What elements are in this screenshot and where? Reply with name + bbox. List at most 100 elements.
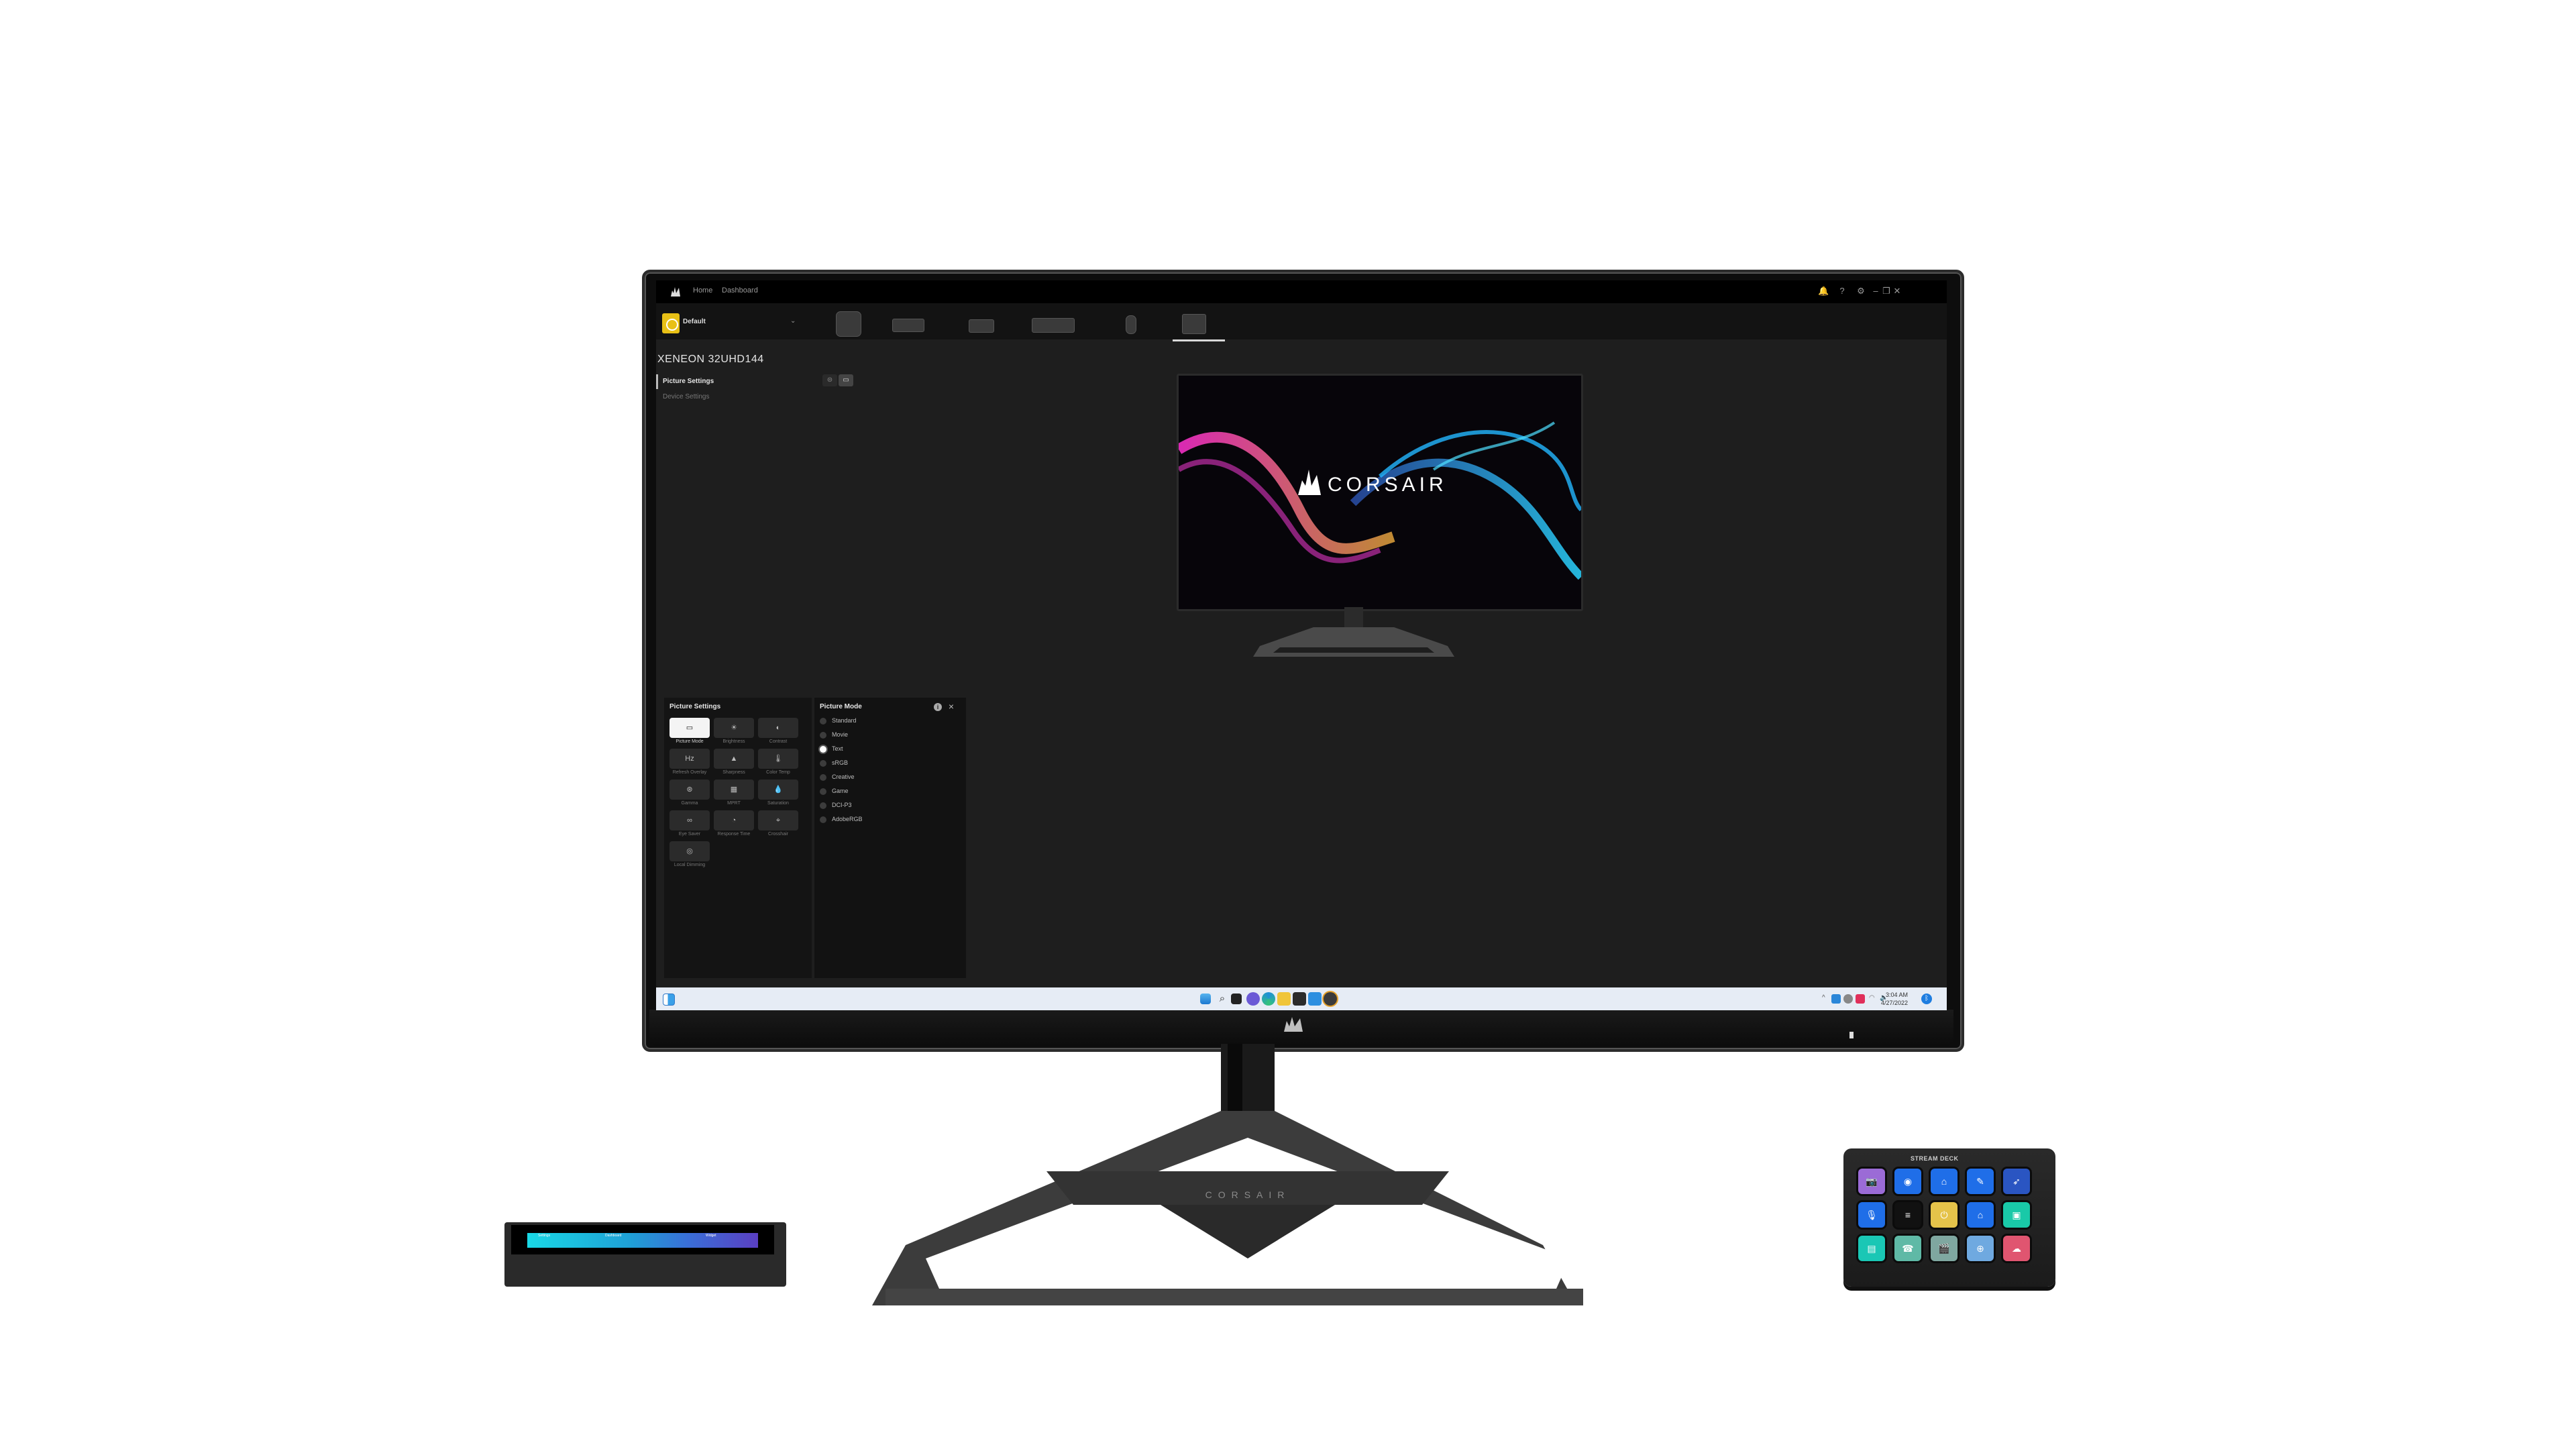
radio-standard[interactable] (820, 718, 826, 724)
stream-deck-key[interactable]: ⊕ (1967, 1236, 1994, 1261)
stream-deck-key[interactable]: ☁ (2003, 1236, 2030, 1261)
teams-chat-icon[interactable] (1246, 992, 1260, 1006)
edge-icon[interactable] (1262, 992, 1275, 1006)
device-monitor[interactable] (1182, 314, 1206, 334)
device-mouse[interactable] (1126, 315, 1136, 334)
monitor-view-toggle[interactable]: ▭ (839, 374, 853, 386)
file-explorer-icon[interactable] (1277, 992, 1291, 1006)
device-cooler[interactable] (836, 311, 861, 337)
picture-mode-title: Picture Mode (820, 703, 862, 710)
tile-eye-saver[interactable]: ∞ (669, 810, 710, 830)
tile-sharpness[interactable]: ▲ (714, 749, 754, 769)
tile-picture-mode[interactable]: ▭ (669, 718, 710, 738)
widgets-icon[interactable] (663, 994, 675, 1006)
radio-game[interactable] (820, 788, 826, 795)
stream-deck-key[interactable]: ➶ (2003, 1169, 2030, 1194)
edge-item-settings[interactable]: Settings (538, 1234, 550, 1238)
radio-dci-p3[interactable] (820, 802, 826, 809)
tile-color-temp[interactable]: 🌡 (758, 749, 798, 769)
device-keyboard[interactable] (1032, 318, 1075, 333)
icue-icon[interactable] (1324, 992, 1337, 1006)
title-bar: Home Dashboard 🔔 ? ⚙ – ❐ ✕ (656, 280, 1947, 303)
radio-srgb[interactable] (820, 760, 826, 767)
radio-label[interactable]: Movie (832, 731, 848, 738)
defender-icon[interactable] (1831, 994, 1841, 1004)
tile-response-time[interactable]: ◔ (714, 810, 754, 830)
stream-deck-key[interactable]: ⏻ (1931, 1202, 1957, 1228)
stream-deck-key[interactable]: ◉ (1894, 1169, 1921, 1194)
bluetooth-icon[interactable]: ᛒ (1921, 994, 1932, 1004)
radio-creative[interactable] (820, 774, 826, 781)
radio-label[interactable]: AdobeRGB (832, 816, 863, 822)
task-view-icon[interactable] (1231, 994, 1242, 1004)
search-icon[interactable]: ⌕ (1216, 992, 1229, 1006)
radio-movie[interactable] (820, 732, 826, 739)
tray-app-icon[interactable] (1856, 994, 1865, 1004)
store-icon[interactable] (1293, 992, 1306, 1006)
clock-time: 3:04 AM (1885, 991, 1908, 998)
stream-deck-key[interactable]: ▤ (1858, 1236, 1885, 1261)
touch-screen-display: Settings Dashboard Widget (511, 1225, 774, 1254)
radio-adobergb[interactable] (820, 816, 826, 823)
chevron-down-icon[interactable]: ⌄ (790, 317, 796, 325)
list-view-toggle[interactable]: ⊜ (822, 374, 837, 386)
edge-item-widget[interactable]: Widget (706, 1234, 716, 1238)
tile-refresh-overlay[interactable]: Hz (669, 749, 710, 769)
help-icon[interactable]: ? (1837, 286, 1847, 297)
onedrive-icon[interactable] (1843, 994, 1853, 1004)
gear-icon[interactable]: ⚙ (1856, 286, 1866, 297)
info-icon[interactable]: i (934, 703, 942, 711)
edge-item-dashboard[interactable]: Dashboard (605, 1234, 621, 1238)
radio-label[interactable]: Text (832, 745, 843, 752)
tile-gamma[interactable]: ⊛ (669, 780, 710, 800)
active-device-indicator (1173, 339, 1225, 341)
tile-label: Crosshair (768, 832, 788, 837)
stream-deck-key[interactable]: 🎙 (1858, 1202, 1885, 1228)
nav-home[interactable]: Home (693, 286, 712, 294)
stream-deck-key[interactable]: 🎬 (1931, 1236, 1957, 1261)
tile-saturation[interactable]: 💧 (758, 780, 798, 800)
radio-label[interactable]: Game (832, 788, 849, 794)
tile-label: Local Dimming (674, 863, 706, 867)
tile-contrast[interactable]: ◐ (758, 718, 798, 738)
tile-brightness[interactable]: ☀ (714, 718, 754, 738)
profile-icon[interactable] (662, 313, 680, 333)
clock[interactable]: 3:04 AM 4/27/2022 (1881, 991, 1908, 1007)
stream-deck-key[interactable]: ✎ (1967, 1169, 1994, 1194)
tile-crosshair[interactable]: ⌖ (758, 810, 798, 830)
picture-settings-title: Picture Settings (669, 703, 721, 710)
tile-label: Refresh Overlay (672, 770, 707, 775)
minimize-icon[interactable]: – (1870, 286, 1881, 297)
taskbar: ⌕ ^ ◠ 🔈 3:04 AM 4/27/2022 ᛒ (656, 987, 1947, 1010)
device-mousepad[interactable] (969, 319, 994, 333)
tile-local-dimming[interactable]: ◎ (669, 841, 710, 861)
wifi-icon[interactable]: ◠ (1869, 994, 1878, 1004)
start-icon[interactable] (1200, 994, 1211, 1004)
tray-chevron-icon[interactable]: ^ (1822, 994, 1831, 1004)
stream-deck-key[interactable]: ▣ (2003, 1202, 2030, 1228)
picture-mode-panel: Picture Mode i × Standard Movie Text sRGB Cr… (814, 698, 966, 978)
stream-deck-key[interactable]: 📷 (1858, 1169, 1885, 1194)
restore-icon[interactable]: ❐ (1881, 286, 1892, 297)
nav-picture-settings[interactable]: Picture Settings (663, 378, 714, 385)
screen: Home Dashboard 🔔 ? ⚙ – ❐ ✕ Default ⌄ XEN… (656, 280, 1947, 1010)
nav-dashboard[interactable]: Dashboard (722, 286, 758, 294)
stream-deck-key[interactable]: ≡ (1894, 1202, 1921, 1228)
radio-label[interactable]: Standard (832, 717, 857, 724)
radio-label[interactable]: Creative (832, 773, 855, 780)
device-memory[interactable] (892, 319, 924, 332)
radio-label[interactable]: DCI-P3 (832, 802, 852, 808)
close-icon[interactable]: × (949, 701, 954, 712)
stream-deck-key[interactable]: ⌂ (1967, 1202, 1994, 1228)
profile-name[interactable]: Default (683, 318, 706, 325)
radio-text[interactable] (820, 746, 826, 753)
close-icon[interactable]: ✕ (1892, 286, 1902, 297)
radio-label[interactable]: sRGB (832, 759, 848, 766)
bell-icon[interactable]: 🔔 (1818, 286, 1829, 297)
mail-icon[interactable] (1308, 992, 1322, 1006)
nav-device-settings[interactable]: Device Settings (663, 393, 709, 400)
stream-deck-key[interactable]: ⌂ (1931, 1169, 1957, 1194)
stream-deck-key[interactable]: ☎ (1894, 1236, 1921, 1261)
tile-mprt[interactable]: ▦ (714, 780, 754, 800)
tile-label: Brightness (722, 739, 745, 744)
